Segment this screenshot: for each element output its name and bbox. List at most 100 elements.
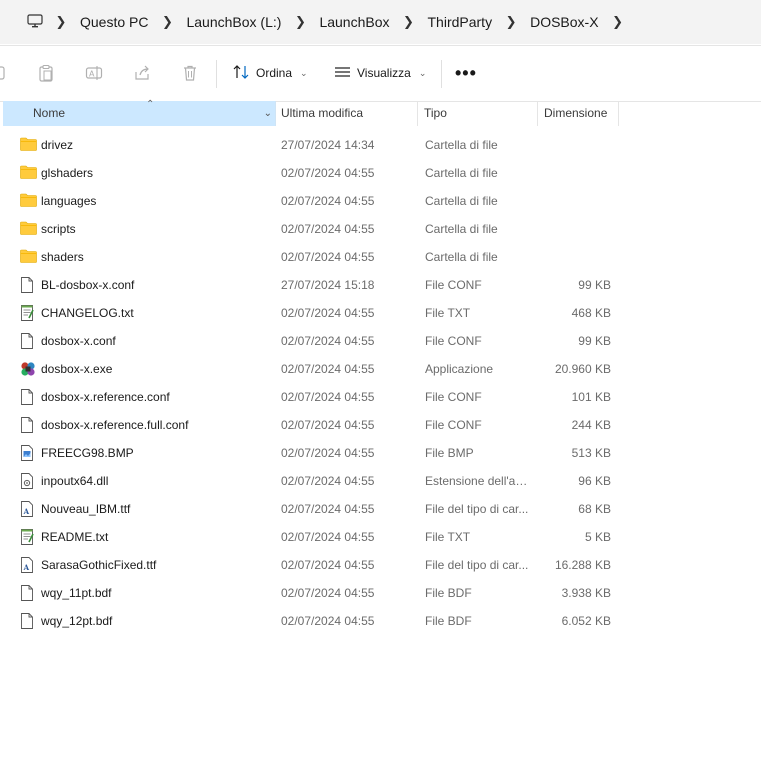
file-row[interactable]: dosbox-x.conf 02/07/2024 04:55 File CONF 99…: [0, 327, 761, 355]
chevron-right-icon[interactable]: ❯: [285, 14, 315, 30]
breadcrumb-item-thirdparty[interactable]: ThirdParty: [424, 14, 497, 30]
folder-icon: [20, 137, 38, 153]
toolbar-divider: [216, 60, 217, 88]
file-icon: [20, 417, 38, 433]
file-size: [540, 131, 611, 159]
folder-icon: [20, 249, 38, 265]
file-row[interactable]: dosbox-x.reference.full.conf 02/07/2024 0…: [0, 411, 761, 439]
file-size: 68 KB: [578, 502, 611, 516]
file-row[interactable]: A Nouveau_IBM.ttf 02/07/2024 04:55 File de…: [0, 495, 761, 523]
chevron-right-icon[interactable]: ❯: [394, 14, 424, 30]
file-row[interactable]: BL-dosbox-x.conf 27/07/2024 15:18 File CON…: [0, 271, 761, 299]
file-row[interactable]: FREECG98.BMP 02/07/2024 04:55 File BMP 513 …: [0, 439, 761, 467]
file-name: inpoutx64.dll: [41, 474, 109, 488]
file-name: README.txt: [41, 530, 109, 544]
file-name: wqy_11pt.bdf: [41, 586, 112, 600]
file-modified-date: 02/07/2024 04:55: [281, 222, 375, 236]
exe-icon: [20, 361, 38, 377]
chevron-down-icon[interactable]: ⌄: [264, 101, 272, 126]
command-bar: A Ordina ⌄ Visualizza ⌄ •••: [0, 45, 761, 102]
chevron-right-icon[interactable]: ❯: [46, 14, 76, 30]
image-file-icon: [20, 445, 38, 461]
text-file-icon: [20, 305, 38, 321]
dll-file-icon: [20, 473, 38, 489]
file-modified-date: 02/07/2024 04:55: [281, 334, 375, 348]
address-bar: ❯ Questo PC ❯ LaunchBox (L:) ❯ LaunchBox…: [0, 0, 761, 44]
file-type: File CONF: [425, 334, 482, 348]
file-type: File CONF: [425, 278, 482, 292]
file-type: File BDF: [425, 586, 472, 600]
file-list: drivez 27/07/2024 14:34 Cartella di file g…: [0, 131, 761, 635]
file-type: Cartella di file: [425, 222, 498, 236]
file-size: [540, 243, 611, 271]
file-row[interactable]: wqy_12pt.bdf 02/07/2024 04:55 File BDF 6.05…: [0, 607, 761, 635]
breadcrumb-item-dosbox-x[interactable]: DOSBox-X: [526, 14, 602, 30]
file-row[interactable]: CHANGELOG.txt 02/07/2024 04:55 File TXT 468…: [0, 299, 761, 327]
column-header-type[interactable]: Tipo: [418, 101, 538, 126]
file-size: 244 KB: [571, 418, 611, 432]
file-row[interactable]: A SarasaGothicFixed.ttf 02/07/2024 04:55 F…: [0, 551, 761, 579]
file-type: File CONF: [425, 418, 482, 432]
file-size: 96 KB: [578, 474, 611, 488]
file-row[interactable]: dosbox-x.reference.conf 02/07/2024 04:55 F…: [0, 383, 761, 411]
file-name: SarasaGothicFixed.ttf: [41, 558, 157, 572]
file-row[interactable]: languages 02/07/2024 04:55 Cartella di fil…: [0, 187, 761, 215]
breadcrumb-item-launchbox[interactable]: LaunchBox: [315, 14, 393, 30]
file-row[interactable]: drivez 27/07/2024 14:34 Cartella di file: [0, 131, 761, 159]
breadcrumb-item-launchbox-drive[interactable]: LaunchBox (L:): [182, 14, 285, 30]
file-size: [540, 159, 611, 187]
file-type: Cartella di file: [425, 166, 498, 180]
file-size: [540, 215, 611, 243]
file-name: CHANGELOG.txt: [41, 306, 134, 320]
column-header-name[interactable]: ⌃ Nome ⌄: [3, 99, 276, 126]
paste-icon[interactable]: [37, 64, 55, 82]
file-type: File TXT: [425, 530, 471, 544]
sort-icon: [233, 64, 250, 83]
file-modified-date: 02/07/2024 04:55: [281, 194, 375, 208]
file-type: Estensione dell'ap...: [425, 474, 531, 488]
view-button[interactable]: Visualizza ⌄: [334, 61, 426, 85]
file-name: drivez: [41, 138, 74, 152]
file-row[interactable]: scripts 02/07/2024 04:55 Cartella di file: [0, 215, 761, 243]
file-size: 468 KB: [571, 306, 611, 320]
file-icon: [20, 277, 38, 293]
cut-icon[interactable]: [0, 64, 10, 82]
more-options-button[interactable]: •••: [455, 64, 477, 82]
chevron-right-icon[interactable]: ❯: [603, 14, 633, 30]
file-name: scripts: [41, 222, 76, 236]
file-modified-date: 02/07/2024 04:55: [281, 530, 375, 544]
computer-icon[interactable]: [24, 11, 46, 33]
file-type: File BMP: [425, 446, 474, 460]
file-row[interactable]: dosbox-x.exe 02/07/2024 04:55 Applicazione…: [0, 355, 761, 383]
chevron-right-icon[interactable]: ❯: [496, 14, 526, 30]
column-header-size[interactable]: Dimensione: [538, 101, 619, 126]
file-size: 5 KB: [584, 530, 611, 544]
column-header-modified[interactable]: Ultima modifica: [275, 101, 418, 126]
breadcrumb-item-questo-pc[interactable]: Questo PC: [76, 14, 152, 30]
file-modified-date: 02/07/2024 04:55: [281, 250, 375, 264]
delete-icon[interactable]: [181, 64, 199, 82]
file-size: 6.052 KB: [561, 614, 611, 628]
chevron-right-icon[interactable]: ❯: [152, 14, 182, 30]
file-size: 101 KB: [571, 390, 611, 404]
folder-icon: [20, 165, 38, 181]
file-type: File CONF: [425, 390, 482, 404]
file-row[interactable]: README.txt 02/07/2024 04:55 File TXT 5 KB: [0, 523, 761, 551]
file-name: glshaders: [41, 166, 94, 180]
share-icon[interactable]: [133, 64, 151, 82]
text-file-icon: [20, 529, 38, 545]
file-modified-date: 02/07/2024 04:55: [281, 166, 375, 180]
file-row[interactable]: inpoutx64.dll 02/07/2024 04:55 Estensione …: [0, 467, 761, 495]
file-row[interactable]: shaders 02/07/2024 04:55 Cartella di file: [0, 243, 761, 271]
file-size: 513 KB: [571, 446, 611, 460]
font-file-icon: A: [20, 557, 38, 573]
file-row[interactable]: wqy_11pt.bdf 02/07/2024 04:55 File BDF 3.93…: [0, 579, 761, 607]
file-modified-date: 02/07/2024 04:55: [281, 614, 375, 628]
rename-icon[interactable]: A: [85, 64, 103, 82]
file-row[interactable]: glshaders 02/07/2024 04:55 Cartella di fil…: [0, 159, 761, 187]
sort-ascending-icon: ⌃: [146, 99, 155, 110]
file-icon: [20, 585, 38, 601]
toolbar-divider: [441, 60, 442, 88]
file-type: File del tipo di car...: [425, 558, 529, 572]
sort-button[interactable]: Ordina ⌄: [233, 61, 308, 85]
